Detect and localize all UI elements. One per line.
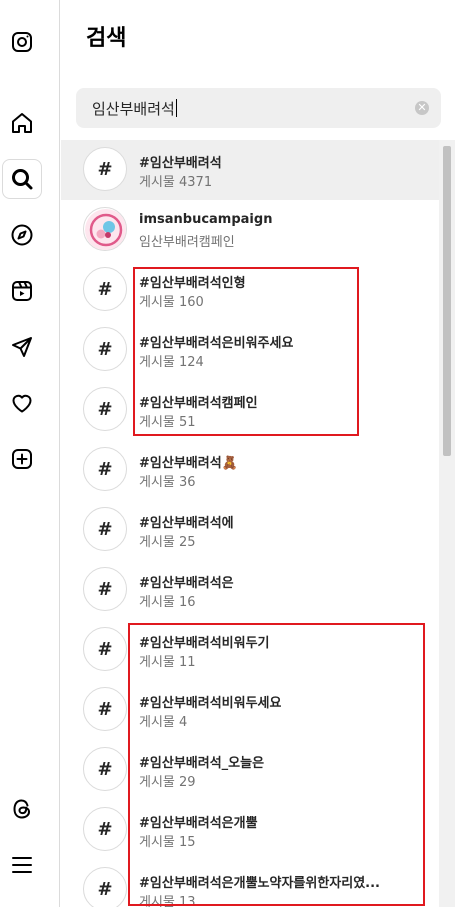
- result-subtitle: 게시물 16: [139, 595, 196, 610]
- result-subtitle: 임산부배려캠페인: [139, 235, 235, 250]
- result-title: #임산부배려석: [139, 156, 222, 171]
- list-item[interactable]: imsanbucampaign 임산부배려캠페인: [61, 200, 439, 260]
- messages-send-icon[interactable]: [2, 327, 42, 367]
- list-item[interactable]: # #임산부배려석🧸 게시물 36: [61, 440, 439, 500]
- instagram-logo-icon[interactable]: [2, 22, 42, 62]
- reels-icon[interactable]: [2, 271, 42, 311]
- more-menu-icon[interactable]: [2, 845, 42, 885]
- search-icon[interactable]: [2, 159, 42, 199]
- highlight-box: [128, 623, 425, 906]
- result-title: #임산부배려석은: [139, 576, 234, 591]
- hashtag-icon: #: [83, 327, 127, 371]
- text-caret: [175, 99, 177, 117]
- list-item[interactable]: # #임산부배려석은 게시물 16: [61, 560, 439, 620]
- avatar: [83, 207, 127, 251]
- hashtag-icon: #: [83, 627, 127, 671]
- list-item[interactable]: # #임산부배려석에 게시물 25: [61, 500, 439, 560]
- hashtag-icon: #: [83, 687, 127, 731]
- create-plus-icon[interactable]: [2, 439, 42, 479]
- scrollbar-thumb[interactable]: [443, 146, 451, 456]
- results-scrollbar[interactable]: [439, 140, 455, 907]
- hashtag-icon: #: [83, 147, 127, 191]
- threads-icon[interactable]: [2, 789, 42, 829]
- explore-compass-icon[interactable]: [2, 215, 42, 255]
- hashtag-icon: #: [83, 447, 127, 491]
- hashtag-icon: #: [83, 867, 127, 907]
- x-circle-icon[interactable]: ✕: [415, 101, 429, 115]
- panel-title: 검색: [86, 26, 127, 51]
- hashtag-icon: #: [83, 807, 127, 851]
- highlight-box: [133, 267, 359, 436]
- hashtag-icon: #: [83, 507, 127, 551]
- search-input[interactable]: 임산부배려석 ✕: [76, 88, 441, 128]
- result-subtitle: 게시물 4371: [139, 175, 213, 190]
- search-panel: 검색 임산부배려석 ✕ # #임산부배려석 게시물 4371 imsanbuca…: [61, 0, 455, 907]
- result-subtitle: 게시물 25: [139, 535, 196, 550]
- hashtag-icon: #: [83, 267, 127, 311]
- result-title: imsanbucampaign: [139, 212, 273, 227]
- result-title: #임산부배려석🧸: [139, 456, 238, 471]
- hashtag-icon: #: [83, 387, 127, 431]
- hashtag-icon: #: [83, 567, 127, 611]
- result-subtitle: 게시물 36: [139, 475, 196, 490]
- nav-rail: [0, 0, 60, 907]
- search-input-value: 임산부배려석: [92, 99, 177, 118]
- notifications-heart-icon[interactable]: [2, 383, 42, 423]
- result-title: #임산부배려석에: [139, 516, 234, 531]
- hashtag-icon: #: [83, 747, 127, 791]
- home-icon[interactable]: [2, 103, 42, 143]
- list-item[interactable]: # #임산부배려석 게시물 4371: [61, 140, 439, 200]
